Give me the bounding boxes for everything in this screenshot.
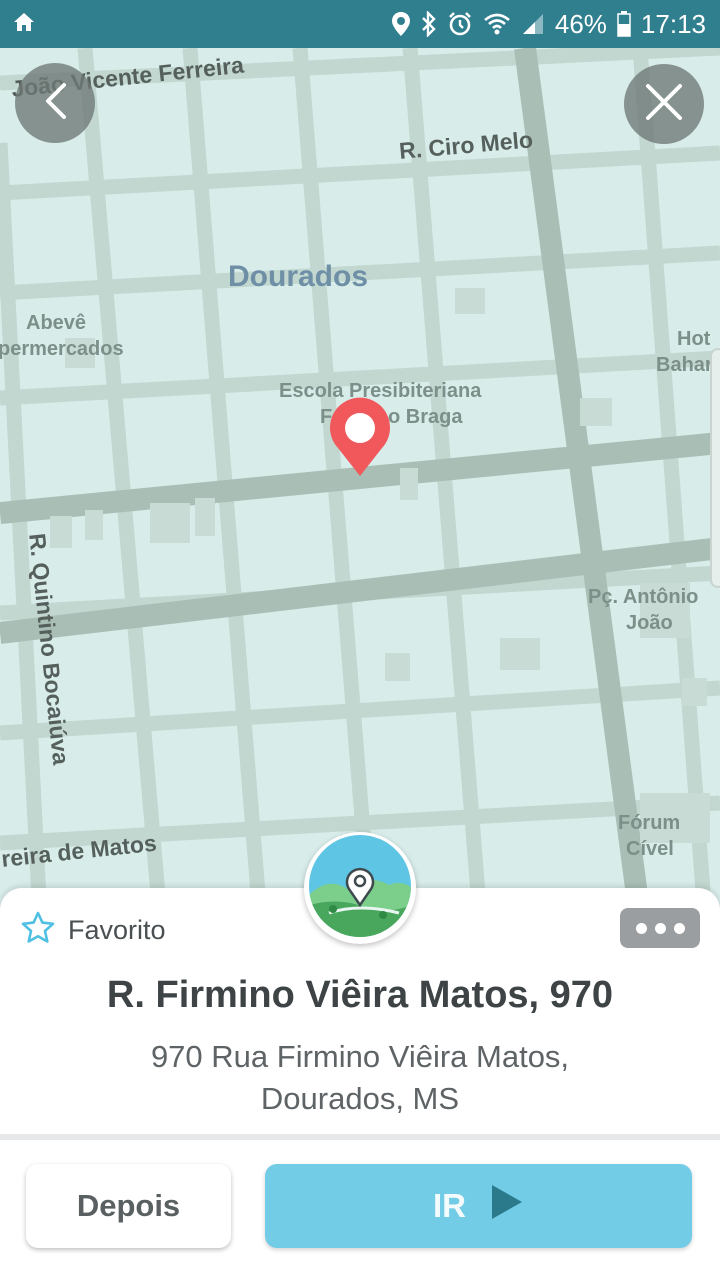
destination-pin-icon[interactable] — [326, 396, 394, 478]
divider — [0, 1134, 720, 1140]
more-options-button[interactable] — [620, 908, 700, 948]
landscape-pin-icon — [309, 834, 411, 942]
later-button[interactable]: Depois — [26, 1164, 231, 1248]
address-subtitle: 970 Rua Firmino Viêira Matos, Dourados, … — [0, 1036, 720, 1120]
map-view[interactable]: João Vicente Ferreira R. Ciro Melo Doura… — [0, 48, 720, 918]
more-dot-icon — [654, 922, 666, 934]
map-label-poi: Fórum — [618, 812, 681, 834]
back-button[interactable] — [15, 63, 95, 143]
location-icon — [391, 11, 411, 37]
battery-percent: 46% — [554, 8, 607, 39]
map-label-poi: Bahar — [656, 354, 713, 376]
favorite-toggle[interactable]: Favorito — [20, 910, 166, 951]
address-line-2: Dourados, MS — [260, 1081, 460, 1116]
alarm-icon — [447, 11, 473, 37]
star-icon — [20, 910, 56, 951]
more-dot-icon — [635, 922, 647, 934]
chevron-left-icon — [40, 81, 70, 126]
clock: 17:13 — [640, 8, 706, 39]
bluetooth-icon — [421, 11, 437, 37]
side-panel-handle[interactable] — [710, 348, 720, 588]
battery-icon — [617, 11, 631, 37]
home-icon — [12, 11, 36, 38]
map-label-poi: o Braga — [388, 406, 463, 428]
map-label-city: Dourados — [228, 260, 369, 293]
destination-avatar — [304, 832, 416, 944]
go-label: IR — [433, 1187, 466, 1224]
map-label-poi: Cível — [626, 838, 674, 860]
address-title: R. Firmino Viêira Matos, 970 — [106, 974, 614, 1016]
map-label-poi: Hot — [677, 328, 711, 350]
go-button[interactable]: IR — [265, 1164, 692, 1248]
address-line-1: 970 Rua Firmino Viêira Matos, — [150, 1039, 570, 1074]
map-label-poi: Abevê — [26, 312, 87, 334]
more-dot-icon — [673, 922, 685, 934]
play-arrow-icon — [490, 1183, 524, 1229]
map-roads — [0, 48, 720, 918]
map-label-poi: João — [626, 612, 673, 634]
wifi-icon — [483, 12, 511, 36]
map-label-poi: permercados — [0, 338, 124, 360]
status-bar: 46% 17:13 — [0, 0, 720, 48]
map-label-poi: Pç. Antônio — [588, 586, 699, 608]
close-icon — [644, 82, 684, 127]
close-button[interactable] — [624, 64, 704, 144]
favorite-label: Favorito — [68, 915, 166, 945]
signal-icon — [521, 12, 545, 36]
